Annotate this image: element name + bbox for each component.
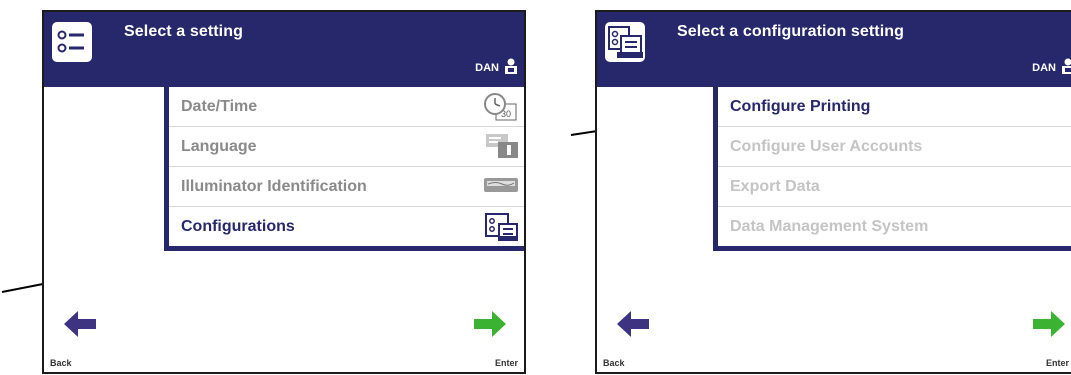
menu-item-configure-printing[interactable]: Configure Printing bbox=[718, 87, 1071, 127]
user-icon bbox=[505, 58, 517, 74]
menu-item-label: Configure Printing bbox=[730, 97, 871, 115]
user-indicator: DAN bbox=[1032, 58, 1071, 74]
enter-button[interactable]: Enter bbox=[1046, 358, 1069, 368]
configuration-icon bbox=[605, 22, 645, 62]
menu-item-label: Configurations bbox=[181, 217, 295, 235]
menu-item-label: Export Data bbox=[730, 177, 820, 195]
menu-item-date-time[interactable]: Date/Time 30 bbox=[169, 87, 524, 127]
menu-item-label: Data Management System bbox=[730, 217, 929, 235]
header-bar: Select a setting DAN bbox=[44, 12, 524, 87]
language-icon bbox=[486, 134, 518, 158]
user-icon bbox=[1062, 58, 1071, 74]
illuminator-icon bbox=[484, 178, 518, 192]
menu-item-label: Date/Time bbox=[181, 97, 258, 115]
page-title: Select a setting bbox=[124, 23, 243, 40]
menu-item-export-data[interactable]: Export Data bbox=[718, 167, 1071, 207]
menu-item-language[interactable]: Language bbox=[169, 127, 524, 167]
back-arrow-icon[interactable] bbox=[64, 309, 98, 339]
configuration-icon bbox=[485, 213, 518, 241]
user-indicator: DAN bbox=[475, 58, 518, 74]
settings-menu: Date/Time 30 Language Illuminator Identi… bbox=[164, 85, 524, 251]
menu-item-configure-user-accounts[interactable]: Configure User Accounts bbox=[718, 127, 1071, 167]
clock-calendar-icon: 30 bbox=[484, 93, 517, 121]
user-name: DAN bbox=[475, 62, 499, 74]
back-button[interactable]: Back bbox=[603, 358, 625, 368]
settings-icon bbox=[52, 22, 92, 62]
menu-item-label: Illuminator Identification bbox=[181, 177, 367, 195]
menu-item-label: Language bbox=[181, 137, 257, 155]
enter-button[interactable]: Enter bbox=[495, 358, 518, 368]
configuration-menu: Configure Printing Configure User Accoun… bbox=[713, 85, 1071, 251]
configuration-screen: Select a configuration setting DAN Confi… bbox=[595, 10, 1071, 374]
menu-item-illuminator-identification[interactable]: Illuminator Identification bbox=[169, 167, 524, 207]
menu-item-configurations[interactable]: Configurations bbox=[169, 207, 524, 246]
enter-arrow-icon[interactable] bbox=[472, 309, 506, 339]
settings-screen: Select a setting DAN Date/Time 30 Langua… bbox=[42, 10, 526, 374]
user-name: DAN bbox=[1032, 62, 1056, 74]
header-bar: Select a configuration setting DAN bbox=[597, 12, 1071, 87]
back-arrow-icon[interactable] bbox=[617, 309, 651, 339]
menu-item-data-management-system[interactable]: Data Management System bbox=[718, 207, 1071, 246]
menu-item-label: Configure User Accounts bbox=[730, 137, 923, 155]
enter-arrow-icon[interactable] bbox=[1031, 309, 1065, 339]
page-title: Select a configuration setting bbox=[677, 23, 905, 40]
back-button[interactable]: Back bbox=[50, 358, 72, 368]
